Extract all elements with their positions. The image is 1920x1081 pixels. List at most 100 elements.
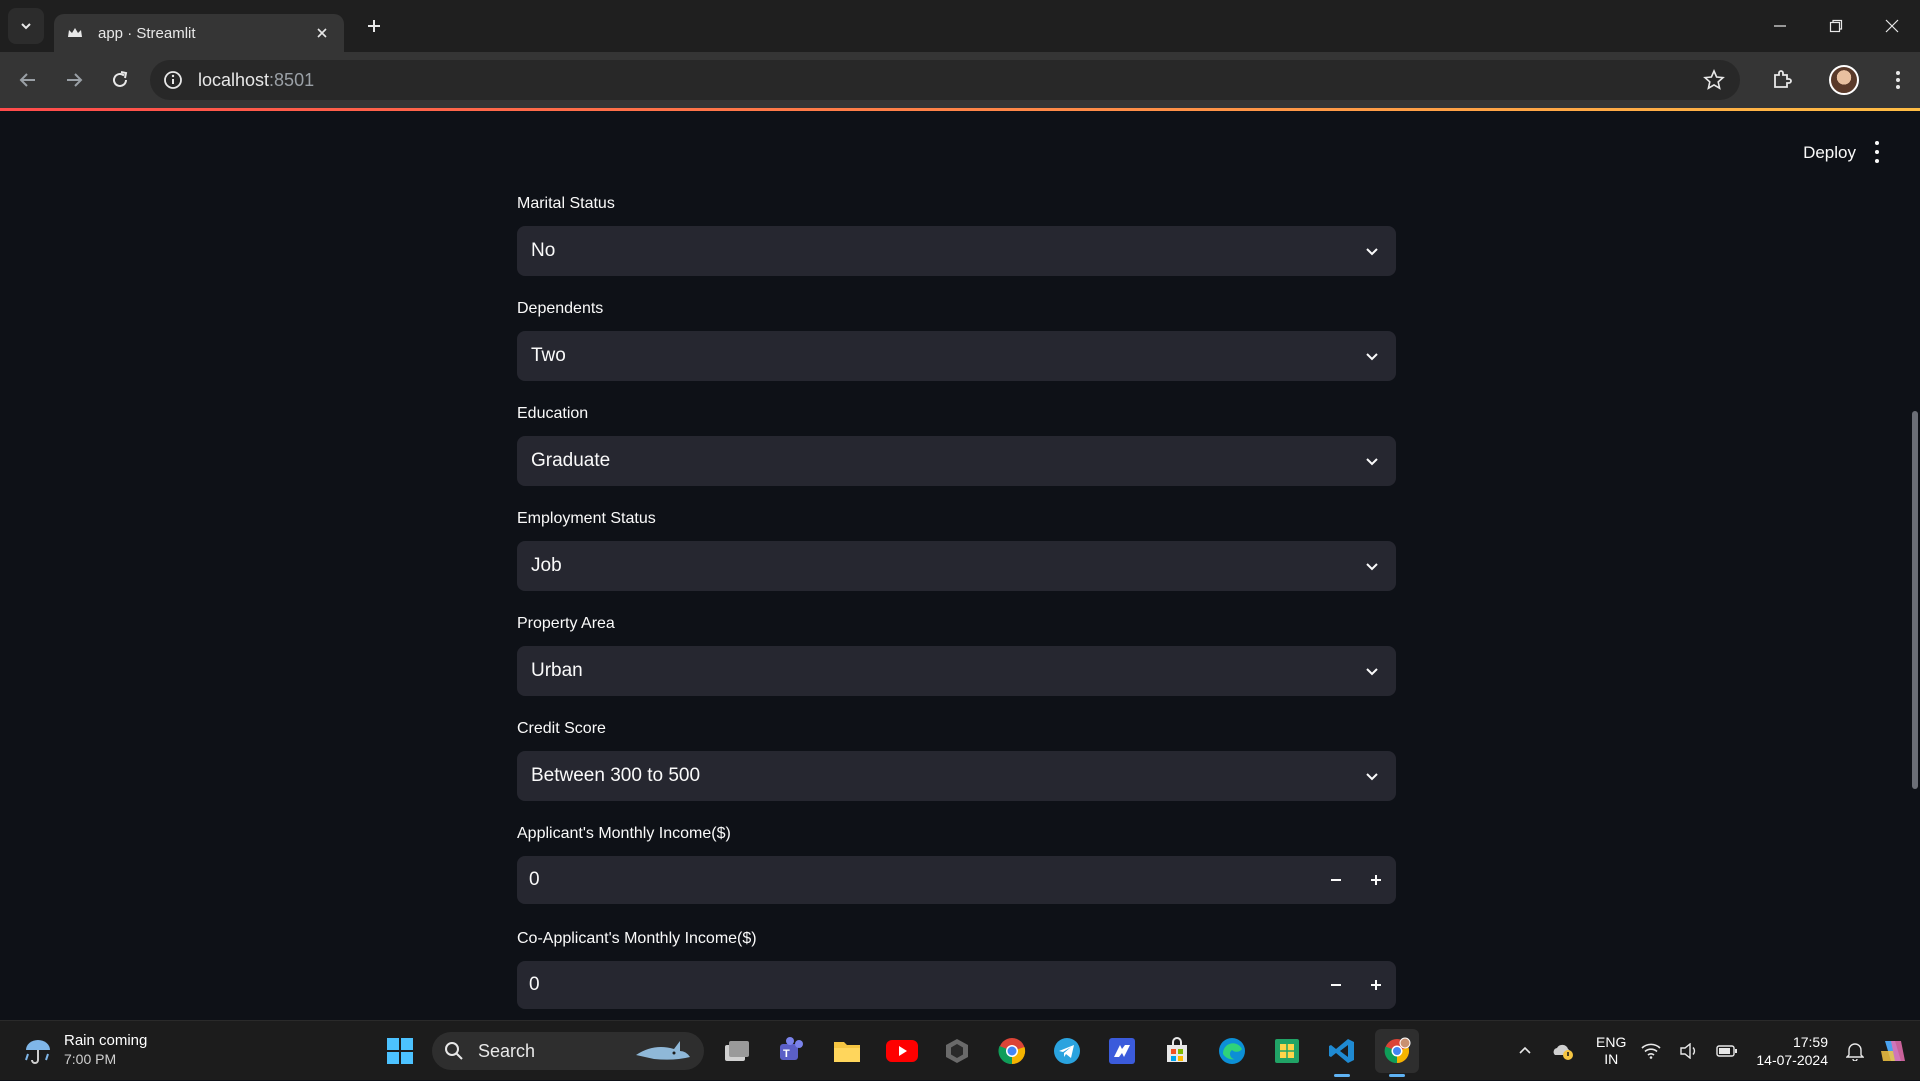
new-tab-button[interactable] <box>358 10 390 42</box>
file-explorer-icon[interactable] <box>825 1029 869 1073</box>
streamlit-app: Deploy Marital Status No Dependents Two … <box>0 111 1920 1020</box>
marital-status-select[interactable]: No <box>517 226 1396 276</box>
applicant-income-field: Applicant's Monthly Income($) 0 <box>517 822 1396 904</box>
number-value[interactable]: 0 <box>529 974 1316 996</box>
start-button[interactable] <box>378 1029 422 1073</box>
weather-time: 7:00 PM <box>64 1051 117 1067</box>
decrement-button[interactable] <box>1316 961 1356 1009</box>
chevron-up-icon[interactable] <box>1510 1036 1540 1066</box>
reload-button[interactable] <box>98 58 142 102</box>
language-code: ENG <box>1596 1034 1627 1050</box>
onedrive-warning-icon[interactable] <box>1548 1036 1578 1066</box>
chrome-profile-icon[interactable] <box>1375 1029 1419 1077</box>
taskbar-search[interactable]: Search <box>432 1032 704 1070</box>
volume-icon[interactable] <box>1674 1036 1704 1066</box>
minus-icon <box>1331 984 1341 986</box>
more-vertical-icon <box>1896 71 1900 89</box>
reload-icon <box>113 71 128 87</box>
clock[interactable]: 17:59 14-07-2024 <box>1756 1033 1828 1069</box>
dependents-field: Dependents Two <box>517 297 1396 381</box>
select-value: Job <box>531 555 562 576</box>
credit-score-select[interactable]: Between 300 to 500 <box>517 751 1396 801</box>
deploy-button[interactable]: Deploy <box>1803 143 1856 163</box>
telegram-icon[interactable] <box>1045 1029 1089 1073</box>
property-area-field: Property Area Urban <box>517 612 1396 696</box>
applicant-income-input[interactable]: 0 <box>517 856 1396 904</box>
bookmark-star-icon[interactable] <box>1700 66 1728 94</box>
visual-studio-icon[interactable] <box>1100 1029 1144 1073</box>
vscode-icon[interactable] <box>1320 1029 1364 1077</box>
employment-status-field: Employment Status Job <box>517 507 1396 591</box>
back-button[interactable] <box>6 58 50 102</box>
svg-text:T: T <box>783 1048 790 1060</box>
select-value: Between 300 to 500 <box>531 765 701 786</box>
decrement-button[interactable] <box>1316 856 1356 904</box>
forward-button[interactable] <box>52 58 96 102</box>
edge-icon[interactable] <box>1210 1029 1254 1073</box>
battery-icon[interactable] <box>1712 1036 1742 1066</box>
page-scrollbar[interactable] <box>1910 111 1920 1020</box>
tab-title: app · Streamlit <box>98 24 196 42</box>
coapplicant-income-input[interactable]: 0 <box>517 961 1396 1009</box>
chrome-icon[interactable] <box>990 1029 1034 1073</box>
increment-button[interactable] <box>1356 856 1396 904</box>
puzzle-icon <box>1774 70 1792 88</box>
extensions-button[interactable] <box>1760 58 1804 102</box>
url-text: localhost:8501 <box>198 69 315 90</box>
address-bar[interactable]: localhost:8501 <box>150 60 1740 100</box>
microsoft-store-icon[interactable] <box>1155 1029 1199 1073</box>
select-value: Two <box>531 345 566 366</box>
copilot-icon[interactable] <box>1878 1036 1908 1066</box>
language-indicator[interactable]: ENG IN <box>1596 1034 1626 1068</box>
browser-menu-button[interactable] <box>1884 58 1912 102</box>
hexagon-app-icon[interactable] <box>935 1029 979 1073</box>
chevron-down-icon <box>1362 346 1382 366</box>
search-icon <box>445 1042 463 1060</box>
dependents-select[interactable]: Two <box>517 331 1396 381</box>
restore-button[interactable] <box>1808 0 1864 52</box>
main-menu-icon[interactable] <box>1874 141 1880 163</box>
minus-icon <box>1331 879 1341 881</box>
profile-button[interactable] <box>1822 58 1866 102</box>
number-value[interactable]: 0 <box>529 869 1316 891</box>
sheets-app-icon[interactable] <box>1265 1029 1309 1073</box>
property-area-select[interactable]: Urban <box>517 646 1396 696</box>
windows-taskbar: Rain coming 7:00 PM Search T ENG IN 17:5… <box>0 1020 1920 1080</box>
chevron-down-icon <box>1362 451 1382 471</box>
minimize-button[interactable] <box>1752 0 1808 52</box>
field-label: Applicant's Monthly Income($) <box>517 825 731 842</box>
task-view-icon[interactable] <box>715 1029 759 1073</box>
teams-icon[interactable]: T <box>770 1029 814 1073</box>
avatar <box>1829 65 1859 95</box>
field-label: Co-Applicant's Monthly Income($) <box>517 930 757 947</box>
field-label: Marital Status <box>517 195 615 212</box>
scrollbar-thumb[interactable] <box>1912 411 1918 789</box>
increment-button[interactable] <box>1356 961 1396 1009</box>
field-label: Employment Status <box>517 510 656 527</box>
tab-search-button[interactable] <box>8 8 44 44</box>
education-select[interactable]: Graduate <box>517 436 1396 486</box>
marital-status-field: Marital Status No <box>517 192 1396 276</box>
minimize-icon <box>1774 25 1786 27</box>
streamlit-crown-icon <box>66 24 84 42</box>
select-value: Urban <box>531 660 583 681</box>
close-tab-icon[interactable] <box>312 23 332 43</box>
search-placeholder: Search <box>478 1040 536 1061</box>
browser-toolbar: localhost:8501 <box>0 52 1920 108</box>
notification-bell-icon[interactable] <box>1840 1036 1870 1066</box>
clock-time: 17:59 <box>1792 1034 1828 1050</box>
chevron-down-icon <box>1362 241 1382 261</box>
chevron-down-icon <box>1362 556 1382 576</box>
site-info-icon[interactable] <box>162 69 184 91</box>
browser-tab[interactable]: app · Streamlit <box>54 14 344 52</box>
field-label: Property Area <box>517 615 615 632</box>
weather-widget[interactable]: Rain coming 7:00 PM <box>22 1031 147 1069</box>
shark-highlight-icon <box>636 1041 690 1060</box>
wifi-icon[interactable] <box>1636 1036 1666 1066</box>
employment-status-select[interactable]: Job <box>517 541 1396 591</box>
back-arrow-icon <box>19 73 35 87</box>
close-window-button[interactable] <box>1864 0 1920 52</box>
restore-icon <box>1829 19 1843 33</box>
select-value: Graduate <box>531 450 611 471</box>
youtube-icon[interactable] <box>880 1029 924 1073</box>
